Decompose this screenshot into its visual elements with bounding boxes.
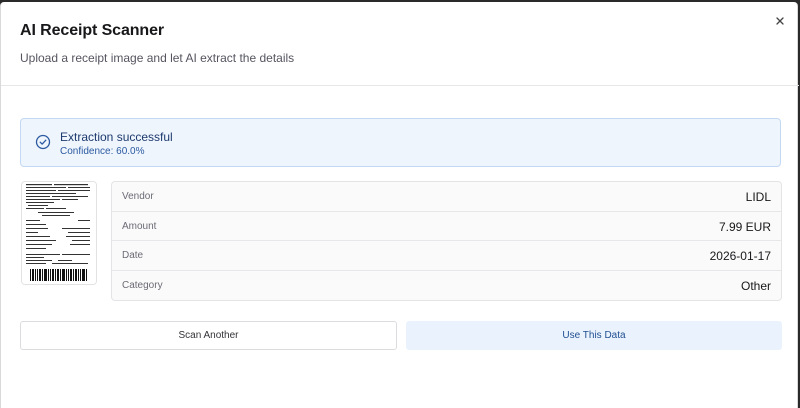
confidence-text: Confidence: 60.0% (60, 146, 145, 157)
vendor-label: Vendor (122, 191, 154, 202)
alert-title: Extraction successful (60, 130, 173, 144)
amount-value: 7.99 EUR (718, 219, 771, 234)
receipt-scanner-dialog: AI Receipt Scanner Upload a receipt imag… (0, 2, 799, 408)
category-value: Other (740, 278, 771, 293)
detail-row-category: Category Other (112, 271, 781, 301)
detail-row-date: Date 2026-01-17 (112, 241, 781, 271)
close-icon[interactable] (773, 14, 787, 28)
extracted-details-table: Vendor LIDL Amount 7.99 EUR Date 2026-01… (111, 181, 782, 301)
vendor-value: LIDL (745, 190, 771, 204)
dialog-title: AI Receipt Scanner (20, 22, 165, 39)
amount-label: Amount (122, 220, 157, 232)
success-alert: Extraction successful Confidence: 60.0% (20, 118, 781, 167)
header-divider (1, 85, 799, 86)
date-value: 2026-01-17 (709, 249, 771, 263)
receipt-image (22, 182, 96, 284)
category-label: Category (122, 279, 163, 291)
detail-row-amount: Amount 7.99 EUR (112, 212, 781, 241)
check-circle-icon (35, 134, 51, 150)
dialog-subtitle: Upload a receipt image and let AI extrac… (20, 51, 295, 65)
receipt-thumbnail (21, 181, 97, 285)
date-label: Date (122, 250, 144, 261)
detail-row-vendor: Vendor LIDL (112, 182, 781, 212)
scan-another-button[interactable]: Scan Another (20, 321, 397, 350)
use-this-data-button[interactable]: Use This Data (406, 321, 782, 350)
